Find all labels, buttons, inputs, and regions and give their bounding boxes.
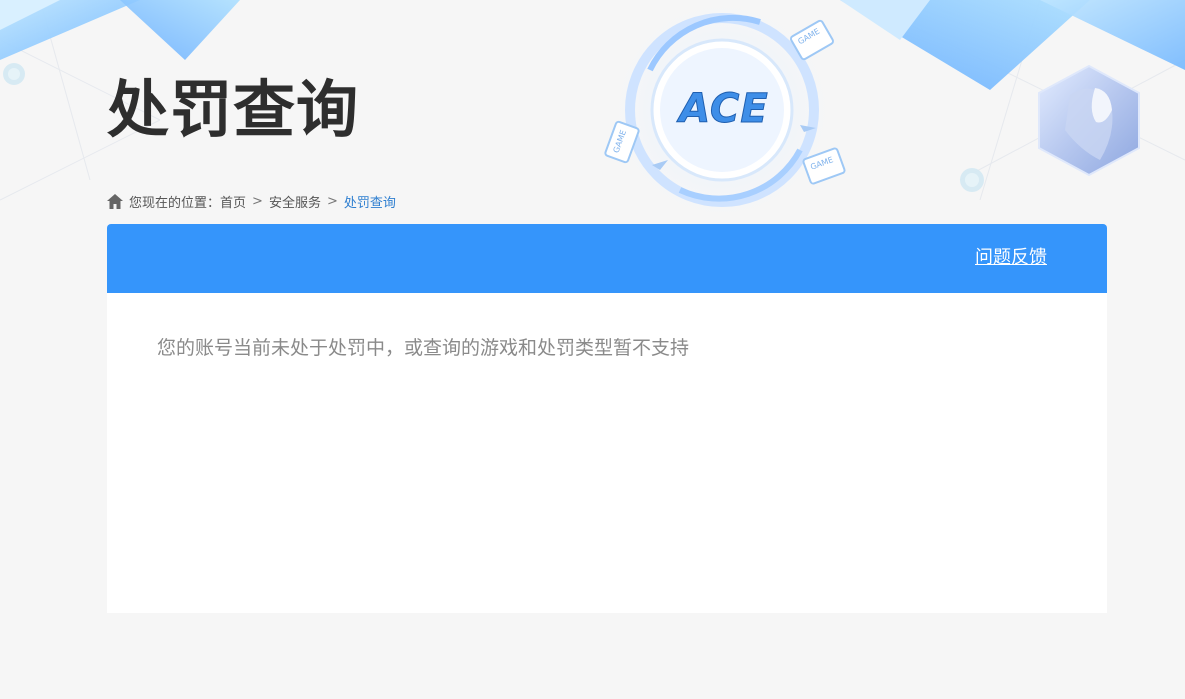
status-message: 您的账号当前未处于处罚中，或查询的游戏和处罚类型暂不支持 — [157, 337, 690, 359]
page: ACE GAME GAME GAME 处罚查询 您现在的位置： 首页 > 安全服… — [0, 0, 1185, 699]
game-card-label-1: GAME — [796, 26, 822, 47]
breadcrumb-security-services[interactable]: 安全服务 — [269, 192, 321, 211]
breadcrumb: 您现在的位置： 首页 > 安全服务 > 处罚查询 — [107, 190, 396, 212]
panel-body: 您的账号当前未处于处罚中，或查询的游戏和处罚类型暂不支持 — [107, 293, 1107, 403]
result-panel: 问题反馈 您的账号当前未处于处罚中，或查询的游戏和处罚类型暂不支持 — [107, 224, 1107, 613]
breadcrumb-separator: > — [326, 193, 338, 209]
game-card-label-2: GAME — [611, 128, 629, 155]
breadcrumb-prefix: 您现在的位置： — [129, 195, 221, 211]
game-card-label-3: GAME — [809, 155, 835, 172]
home-icon — [107, 193, 123, 209]
ace-logo-text: ACE — [679, 86, 769, 133]
page-title: 处罚查询 — [107, 73, 360, 146]
breadcrumb-current: 处罚查询 — [343, 195, 396, 211]
feedback-link[interactable]: 问题反馈 — [975, 246, 1047, 270]
panel-header: 问题反馈 — [107, 224, 1107, 293]
breadcrumb-separator: > — [252, 193, 263, 209]
ace-logo: ACE — [672, 84, 776, 134]
breadcrumb-home[interactable]: 首页 — [220, 192, 246, 211]
